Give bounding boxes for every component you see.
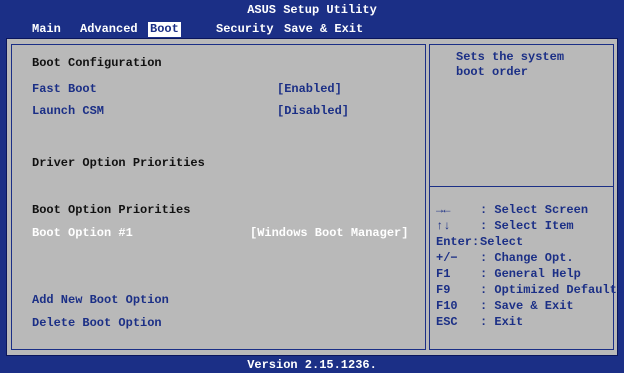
settings-pane: Boot Configuration Fast Boot [Enabled] L… [11,44,426,350]
help-text: Sets the system boot order [430,50,613,80]
boot-configuration-heading: Boot Configuration [32,56,162,70]
key-arrows-lr-icon: →← [436,203,451,217]
menu-advanced[interactable]: Advanced [78,22,140,37]
delete-boot-option[interactable]: Delete Boot Option [32,316,162,331]
key-row: F10 : Save & Exit [436,298,624,314]
key-name: F10 [436,299,458,313]
help-line-2: boot order [456,65,529,79]
boot-option-1-value: [Windows Boot Manager] [250,226,409,240]
key-desc: : Save & Exit [480,299,574,313]
key-arrows-ud-icon: ↑↓ [436,219,451,233]
key-desc: : Select Screen [480,203,589,217]
boot-option-priorities-heading: Boot Option Priorities [32,203,191,217]
menu-security[interactable]: Security [214,22,276,37]
fast-boot-option[interactable]: Fast Boot [Enabled] [32,82,412,97]
help-divider [430,186,613,187]
launch-csm-value: [Disabled] [277,104,350,118]
fast-boot-value: [Enabled] [277,82,342,96]
key-row: →← : Select Screen [436,202,624,218]
setup-panel: Boot Configuration Fast Boot [Enabled] L… [6,38,624,356]
key-row: +/− : Change Opt. [436,250,624,266]
key-row: ↑↓ : Select Item [436,218,624,234]
help-line-1: Sets the system [456,50,565,64]
boot-option-1[interactable]: Boot Option #1 [Windows Boot Manager] [32,226,417,241]
launch-csm-label: Launch CSM [32,104,105,118]
launch-csm-option[interactable]: Launch CSM [Disabled] [32,104,412,119]
driver-option-priorities-heading: Driver Option Priorities [32,156,205,170]
key-name: ESC [436,315,458,329]
key-name: F9 [436,283,451,297]
key-desc: : Select Item [480,219,574,233]
menu-save-exit[interactable]: Save & Exit [282,22,365,37]
key-desc: : Change Opt. [480,251,574,265]
help-pane: Sets the system boot order →← : Select Sc… [429,44,624,350]
boot-option-1-label: Boot Option #1 [32,226,133,240]
menu-main[interactable]: Main [30,22,63,37]
key-desc: : General Help [480,267,581,281]
key-name: Enter: [436,235,480,249]
window-title: ASUS Setup Utility [247,3,377,17]
fast-boot-label: Fast Boot [32,82,97,96]
key-name: +/− [436,251,458,265]
key-name: F1 [436,267,451,281]
key-desc: : Optimized Defaults [480,283,624,297]
key-desc: Select [480,235,524,249]
key-row: ESC : Exit [436,314,624,330]
key-legend: →← : Select Screen ↑↓ : Select Item Enter:… [436,202,624,330]
menu-bar: Main Advanced Boot Security Save & Exit [0,18,624,38]
add-new-boot-option[interactable]: Add New Boot Option [32,293,169,308]
key-row: Enter:Select [436,234,624,250]
key-row: F9 : Optimized Defaults [436,282,624,298]
key-row: F1 : General Help [436,266,624,282]
version-footer: Version 2.15.1236. [247,358,377,372]
key-desc: : Exit [480,315,524,329]
menu-boot[interactable]: Boot [148,22,181,37]
